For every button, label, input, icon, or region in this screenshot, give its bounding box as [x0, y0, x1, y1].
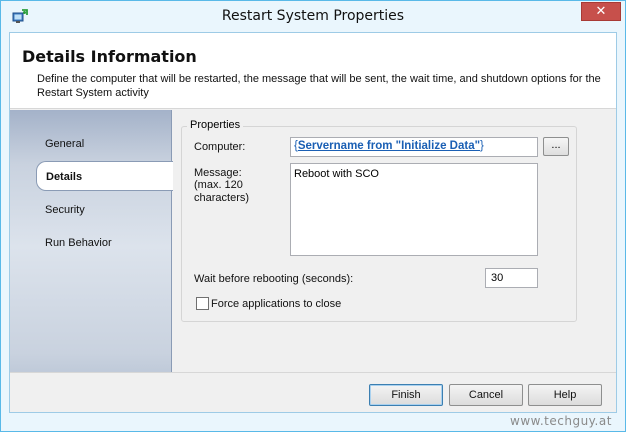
message-hint: (max. 120 characters) — [194, 179, 250, 204]
computer-label: Computer: — [194, 141, 246, 153]
window-title: Restart System Properties — [221, 8, 405, 24]
force-close-label[interactable]: Force applications to close — [211, 298, 341, 310]
close-button[interactable]: ✕ — [581, 2, 621, 21]
help-button[interactable]: Help — [528, 384, 602, 406]
properties-group-label: Properties — [187, 119, 244, 131]
browse-computer-button[interactable]: ... — [543, 137, 569, 156]
header-description: Define the computer that will be restart… — [37, 73, 601, 99]
force-close-checkbox[interactable] — [196, 297, 209, 310]
dialog-content: Details Information Define the computer … — [9, 32, 617, 413]
sidebar-item-run-behavior[interactable]: Run Behavior — [45, 237, 165, 249]
cancel-button[interactable]: Cancel — [449, 384, 523, 406]
computer-brace-close: } — [480, 140, 484, 152]
sidebar-item-general[interactable]: General — [45, 138, 165, 150]
navigation-sidebar: General Details Security Run Behavior — [10, 110, 173, 412]
dialog-window: Restart System Properties ✕ Details Info… — [0, 0, 626, 432]
details-header: Details Information Define the computer … — [10, 33, 616, 109]
published-data-link[interactable]: Servername from "Initialize Data" — [298, 140, 480, 152]
sidebar-item-details[interactable]: Details — [36, 161, 173, 191]
watermark: www.techguy.at — [510, 414, 612, 428]
wait-seconds-input[interactable]: 30 — [485, 268, 538, 288]
close-icon: ✕ — [595, 4, 607, 19]
sidebar-item-security[interactable]: Security — [45, 204, 165, 216]
finish-button[interactable]: Finish — [369, 384, 443, 406]
message-textarea[interactable]: Reboot with SCO — [290, 163, 538, 256]
header-title: Details Information — [22, 47, 197, 66]
computer-field[interactable]: {Servername from "Initialize Data"} — [290, 137, 538, 157]
title-bar[interactable]: Restart System Properties ✕ — [1, 1, 625, 32]
dialog-footer: Finish Cancel Help — [10, 372, 616, 412]
message-label: Message: — [194, 167, 242, 179]
wait-label: Wait before rebooting (seconds): — [194, 273, 354, 285]
